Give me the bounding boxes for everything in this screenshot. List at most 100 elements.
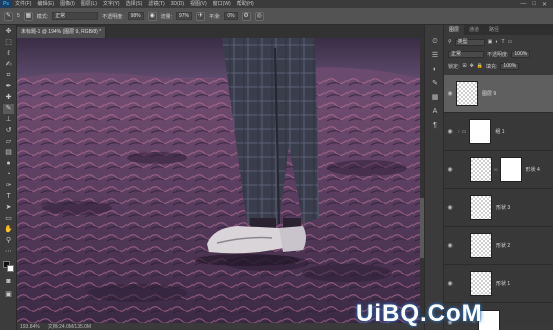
menu-3d[interactable]: 3D(D)	[168, 0, 187, 8]
zoom-icon[interactable]: ⚲	[3, 236, 14, 246]
dodge-icon[interactable]: ◔	[3, 170, 14, 180]
layer-opacity-field[interactable]: 100%	[511, 50, 531, 58]
screen-mode-icon[interactable]: ▣	[3, 290, 14, 300]
menu-select[interactable]: 选择(S)	[123, 0, 146, 8]
tab-active-document[interactable]: 未标题-1 @ 194% (图层 9, RGB/8) *	[17, 27, 107, 38]
maximize-button[interactable]: □	[532, 1, 536, 8]
mode-select[interactable]: 正常	[52, 12, 99, 20]
lock-all-icon[interactable]: 🔒	[477, 63, 483, 69]
layer-item[interactable]: ◉ › ▭ 组 1	[444, 113, 553, 151]
menu-window[interactable]: 窗口(W)	[210, 0, 234, 8]
layer-thumbnail	[469, 119, 492, 144]
smoothing-field[interactable]: 0%	[224, 12, 238, 20]
blend-mode-select[interactable]: 正常	[448, 50, 484, 58]
quick-select-icon[interactable]: ✍	[3, 60, 14, 70]
menu-help[interactable]: 帮助(H)	[234, 0, 257, 8]
eye-icon[interactable]: ◉	[444, 204, 456, 211]
brush-icon[interactable]: ✎	[3, 104, 14, 114]
layer-item[interactable]: ◉ ∞ 形状 4	[444, 151, 553, 189]
layer-item[interactable]: ◉ 形状 3	[444, 189, 553, 227]
marquee-icon[interactable]: ⬚	[3, 38, 14, 48]
filter-adjust-icon[interactable]: ◐	[495, 39, 498, 45]
layer-filter-select[interactable]: 类型	[454, 38, 485, 46]
brush-panel-icon[interactable]: ▦	[23, 11, 33, 21]
properties-panel-icon[interactable]: ☰	[429, 51, 441, 61]
layer-thumbnail	[470, 233, 492, 258]
canvas[interactable]	[17, 38, 420, 323]
eye-icon[interactable]: ◉	[444, 242, 456, 249]
tab-layers[interactable]: 图层	[444, 25, 465, 35]
lock-position-icon[interactable]: ✥	[470, 63, 474, 69]
eye-icon[interactable]: ◉	[444, 166, 456, 173]
layer-name[interactable]: 图层 9	[482, 90, 496, 97]
menu-view[interactable]: 视图(V)	[187, 0, 210, 8]
menu-type[interactable]: 文字(Y)	[100, 0, 123, 8]
adjustments-panel-icon[interactable]: ◐	[429, 65, 441, 75]
brush-settings-icon[interactable]: ✎	[429, 79, 441, 89]
type-icon[interactable]: T	[3, 192, 14, 202]
more-tools-icon[interactable]: ⋯	[3, 247, 14, 257]
layer-item[interactable]: ◉ 图层 9	[444, 75, 553, 113]
layer-name[interactable]: 组 1	[495, 128, 504, 135]
zoom-level[interactable]: 193.84%	[20, 324, 40, 330]
app-logo: Ps	[0, 0, 12, 8]
tab-paths[interactable]: 路径	[484, 25, 504, 35]
menu-filter[interactable]: 滤镜(T)	[145, 0, 167, 8]
move-icon[interactable]: ✥	[3, 27, 14, 37]
menu-file[interactable]: 文件(F)	[12, 0, 34, 8]
layer-name[interactable]: 形状 3	[496, 204, 510, 211]
menu-layer[interactable]: 图层(L)	[78, 0, 100, 8]
layer-name[interactable]: 形状 1	[496, 280, 510, 287]
stamp-icon[interactable]: ⊥	[3, 115, 14, 125]
pressure-opacity-icon[interactable]: ◉	[147, 11, 157, 21]
lasso-icon[interactable]: ℓ	[3, 49, 14, 59]
filter-pixel-icon[interactable]: ▣	[488, 39, 493, 45]
filter-type-icon[interactable]: T	[501, 39, 504, 45]
eye-icon[interactable]: ◉	[444, 128, 456, 135]
tools-panel: ✥ ⬚ ℓ ✍ ⌗ ✒ ✚ ✎ ⊥ ↺ ▱ ▤ ● ◔ ✑ T ➤ ▭ ✋ ⚲ …	[0, 25, 17, 330]
swatches-panel-icon[interactable]: ▦	[429, 93, 441, 103]
character-panel-icon[interactable]: A	[429, 107, 441, 117]
crop-icon[interactable]: ⌗	[3, 71, 14, 81]
minimize-button[interactable]: —	[520, 1, 526, 8]
group-chevron-icon[interactable]: ›	[458, 129, 460, 135]
hand-icon[interactable]: ✋	[3, 225, 14, 235]
layer-item[interactable]: ◉ 形状 1	[444, 265, 553, 303]
lock-pixels-icon[interactable]: ⊞	[462, 63, 466, 69]
layer-item[interactable]: ◉ 形状 2	[444, 227, 553, 265]
gear-icon[interactable]: ⚙	[241, 11, 251, 21]
layer-thumbnail	[456, 81, 478, 106]
eraser-icon[interactable]: ▱	[3, 137, 14, 147]
gradient-icon[interactable]: ▤	[3, 148, 14, 158]
history-brush-icon[interactable]: ↺	[3, 126, 14, 136]
opacity-field[interactable]: 98%	[127, 12, 144, 20]
lock-row: 锁定: ⊞ ✥ 🔒 填充: 100%	[444, 61, 553, 71]
flow-field[interactable]: 97%	[175, 12, 192, 20]
panel-dock: ⏲ ☰ ◐ ✎ ▦ A ¶	[424, 25, 444, 330]
eyedropper-icon[interactable]: ✒	[3, 82, 14, 92]
history-panel-icon[interactable]: ⏲	[429, 37, 441, 47]
eye-icon[interactable]: ◉	[444, 90, 456, 97]
filter-shape-icon[interactable]: ▭	[508, 39, 513, 45]
shape-icon[interactable]: ▭	[3, 214, 14, 224]
pressure-size-icon[interactable]: ◎	[254, 11, 264, 21]
brush-size-value[interactable]: 5	[17, 13, 20, 19]
healing-icon[interactable]: ✚	[3, 93, 14, 103]
layer-fill-field[interactable]: 100%	[500, 62, 520, 70]
eye-icon[interactable]: ◉	[444, 280, 456, 287]
tab-channels[interactable]: 通道	[464, 25, 484, 35]
layer-name[interactable]: 形状 2	[496, 242, 510, 249]
brush-preset-icon[interactable]: ✎	[4, 11, 13, 21]
menu-image[interactable]: 图像(I)	[57, 0, 78, 8]
layers-panel-tabs: 图层 通道 路径	[444, 25, 553, 35]
layer-name[interactable]: 形状 4	[526, 166, 540, 173]
blur-icon[interactable]: ●	[3, 159, 14, 169]
airbrush-icon[interactable]: ✈	[195, 11, 205, 21]
menu-edit[interactable]: 编辑(E)	[34, 0, 57, 8]
close-button[interactable]: ✕	[542, 1, 547, 8]
background-color-swatch[interactable]	[7, 265, 14, 272]
paragraph-panel-icon[interactable]: ¶	[429, 121, 441, 131]
pen-icon[interactable]: ✑	[3, 181, 14, 191]
quick-mask-icon[interactable]: ◙	[3, 277, 14, 287]
path-select-icon[interactable]: ➤	[3, 203, 14, 213]
